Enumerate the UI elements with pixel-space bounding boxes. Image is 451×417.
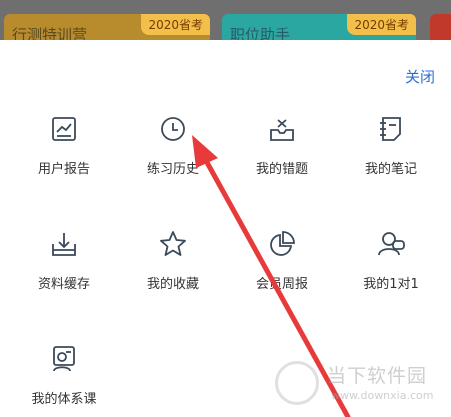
report-chart-icon: [52, 117, 76, 141]
download-tray-icon: [52, 233, 76, 256]
close-button[interactable]: 关闭: [405, 66, 435, 87]
menu-item-practice-history[interactable]: 练习历史: [117, 114, 229, 177]
menu-item-label: 我的1对1: [363, 277, 419, 292]
banner-training-camp: 行测特训营 2020省考: [4, 14, 210, 40]
menu-item-user-report[interactable]: 用户报告: [8, 114, 120, 177]
star-icon: [160, 231, 186, 256]
menu-item-member-weekly[interactable]: 会员周报: [226, 229, 338, 292]
menu-item-label: 我的笔记: [364, 162, 417, 177]
menu-item-my-notes[interactable]: 我的笔记: [335, 114, 447, 177]
note-icon: [380, 117, 401, 141]
watermark-url: www.downxia.com: [331, 389, 434, 402]
pie-chart-icon: [270, 231, 295, 256]
banner-title: 行测特训营: [12, 26, 88, 40]
watermark-name: 当下软件园: [327, 365, 428, 387]
menu-item-label: 我的收藏: [146, 277, 199, 292]
menu-item-label: 练习历史: [146, 162, 199, 177]
background-dim-overlay[interactable]: 行测特训营 2020省考 职位助手 2020省考: [0, 0, 451, 40]
menu-item-wrong-questions[interactable]: 我的错题: [226, 114, 338, 177]
banner-title: 职位助手: [230, 26, 291, 40]
menu-item-label: 我的错题: [255, 162, 308, 177]
tutor-chat-icon: [378, 232, 405, 256]
menu-item-one-on-one[interactable]: 我的1对1: [335, 229, 447, 292]
menu-item-label: 我的体系课: [31, 392, 97, 407]
banner-tag: 2020省考: [141, 14, 210, 35]
watermark-logo-icon: [275, 361, 319, 405]
clock-icon: [161, 117, 185, 141]
watermark: 当下软件园 www.downxia.com: [275, 359, 445, 411]
banner-tag: 2020省考: [347, 14, 416, 35]
banner-job-assistant: 职位助手 2020省考: [222, 14, 416, 40]
menu-item-label: 资料缓存: [37, 277, 90, 292]
course-screen-icon: [53, 346, 75, 372]
menu-item-label: 用户报告: [37, 162, 90, 177]
wrong-tray-icon: [270, 119, 294, 141]
menu-item-label: 会员周报: [255, 277, 308, 292]
menu-item-material-cache[interactable]: 资料缓存: [8, 229, 120, 292]
menu-item-my-favorites[interactable]: 我的收藏: [117, 229, 229, 292]
banner-partial: [430, 14, 451, 40]
menu-item-system-course[interactable]: 我的体系课: [8, 344, 120, 407]
